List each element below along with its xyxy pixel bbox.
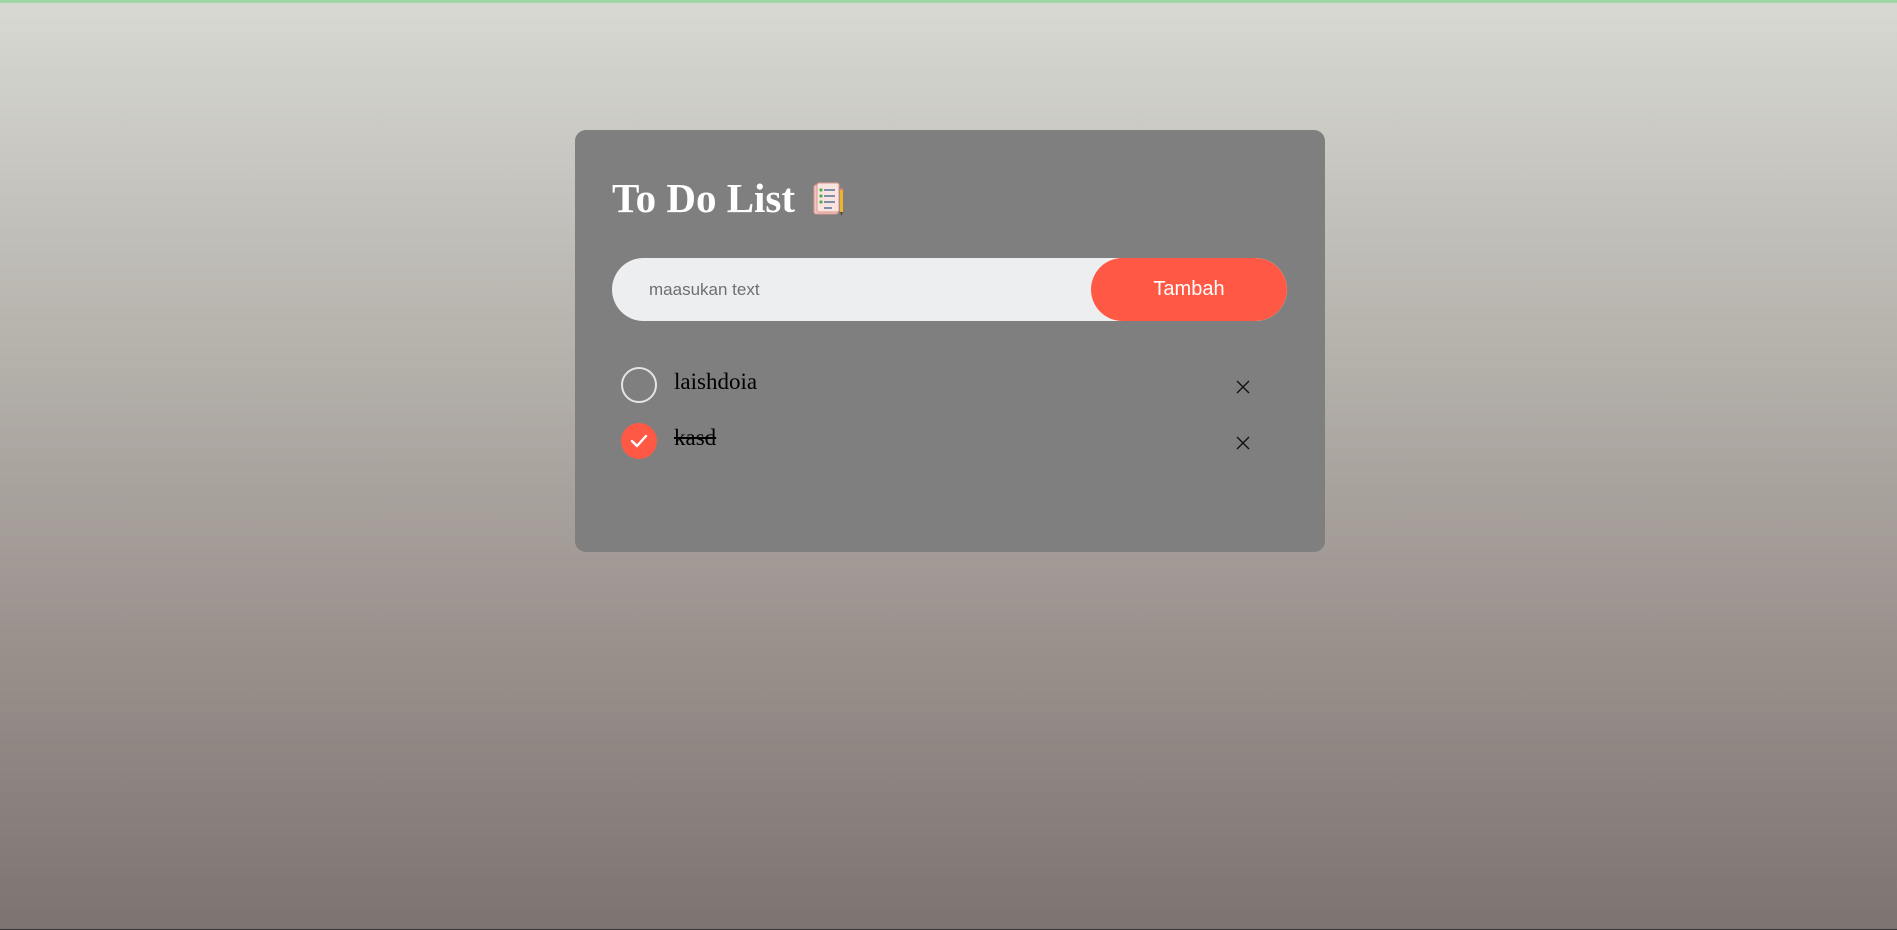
task-item[interactable]: kasd xyxy=(621,423,1281,479)
checked-circle-icon[interactable] xyxy=(621,423,657,459)
page-title-text: To Do List xyxy=(612,175,796,221)
task-text: laishdoia xyxy=(674,369,758,394)
notepad-checklist-icon xyxy=(811,181,845,217)
task-text: kasd xyxy=(674,425,717,450)
task-list: laishdoia kasd xyxy=(621,367,1281,479)
page-title: To Do List xyxy=(612,178,845,219)
task-item[interactable]: laishdoia xyxy=(621,367,1281,423)
unchecked-circle-icon[interactable] xyxy=(621,367,657,403)
close-icon[interactable] xyxy=(1228,372,1258,402)
top-border-line xyxy=(0,0,1897,3)
close-icon[interactable] xyxy=(1228,428,1258,458)
add-task-button[interactable]: Tambah xyxy=(1091,258,1287,321)
task-input-row: Tambah xyxy=(612,258,1287,321)
task-input[interactable] xyxy=(612,258,1092,321)
todo-card: To Do List Tambah laishdoia xyxy=(575,130,1325,552)
